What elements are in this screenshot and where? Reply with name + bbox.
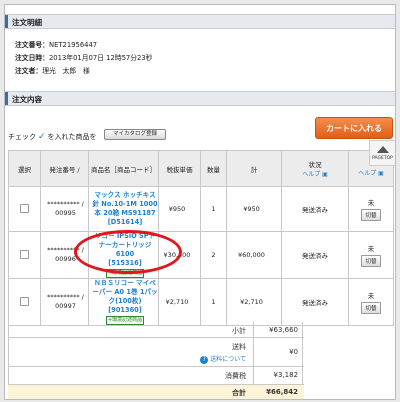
status: 発送済み (281, 186, 349, 232)
subtotal-value: ¥63,660 (269, 326, 298, 334)
highlight-circle (74, 230, 182, 274)
header-status: 状況 ヘルプ ▣ (281, 150, 349, 187)
order-no-cell: ********** / 00995 (40, 186, 89, 232)
check-instruction: チェック ✓ を入れた商品を (8, 132, 97, 142)
shipment-cell: 未 切替 (348, 278, 394, 326)
shipment-state: 未 (367, 245, 375, 253)
status-help-link[interactable]: ヘルプ (302, 171, 320, 178)
shipping-info-link[interactable]: ? 送料について (200, 354, 246, 364)
pagetop-button[interactable]: PAGETOP (369, 140, 395, 166)
quantity: 1 (200, 278, 227, 326)
shipment-state: 未 (367, 292, 375, 300)
order-datetime-row: 注文日時：2013年01月07日 12時57分23秒 (15, 54, 153, 62)
checkmark-icon: ✓ (38, 132, 46, 142)
row-select-checkbox[interactable] (20, 249, 29, 259)
table-header-row: 選択 発注番号 / 商品名［商品コード］ 税抜単価 数量 計 状況 ヘルプ ▣ … (8, 150, 394, 187)
shipment-state: 未 (367, 199, 375, 207)
unit-price: ¥2,710 (158, 278, 201, 326)
row-select-checkbox[interactable] (20, 203, 29, 213)
product-link[interactable]: ＮＢＳリコー マイペーパー A0 1巻 1パック(100枚) (92, 279, 157, 305)
header-select: 選択 (8, 150, 41, 187)
subtotal-label: 小計 (232, 327, 246, 335)
line-total: ¥60,000 (226, 231, 282, 279)
shipping-label: 送料 (232, 343, 246, 351)
help-icon: ? (200, 356, 209, 364)
shipping-value: ¥0 (289, 348, 298, 356)
quantity: 1 (200, 186, 227, 232)
total-label: 合計 (232, 389, 246, 397)
shipment-cell: 未 切替 (348, 231, 394, 279)
order-detail-panel: 注文明細 注文番号：NET21956447 注文日時：2013年01月07日 1… (4, 4, 396, 400)
tax-label: 消費税 (225, 372, 246, 380)
table-row: ********** / 00996 リコー IPSiO SPトナーカートリッジ… (8, 231, 394, 279)
header-qty: 数量 (200, 150, 227, 187)
header-product: 商品名［商品コード］ (88, 150, 159, 187)
order-number-row: 注文番号：NET21956447 (15, 41, 98, 49)
order-number: NET21956447 (48, 41, 98, 49)
order-items-table: 選択 発注番号 / 商品名［商品コード］ 税抜単価 数量 計 状況 ヘルプ ▣ … (8, 150, 394, 326)
table-row: ********** / 00995 マックス ホッチキス針 No.10-1M … (8, 186, 394, 232)
order-details-header: 注文明細 (5, 14, 395, 29)
mycatalog-register-button[interactable]: マイカタログ登録 (104, 129, 166, 140)
row-select-checkbox[interactable] (20, 296, 29, 306)
product-cell: ＮＢＳリコー マイペーパー A0 1巻 1パック(100枚) [901360] … (88, 278, 159, 326)
shipment-cell: 未 切替 (348, 186, 394, 232)
toggle-button[interactable]: 切替 (361, 255, 381, 267)
order-contents-title: 注文内容 (12, 95, 42, 104)
header-total: 計 (226, 150, 282, 187)
quantity: 2 (200, 231, 227, 279)
order-contents-header: 注文内容 (5, 91, 395, 106)
help-icon: ▣ (376, 170, 384, 177)
status: 発送済み (281, 231, 349, 279)
shipment-help-link[interactable]: ヘルプ (358, 170, 376, 177)
arrow-up-icon (376, 146, 389, 153)
product-link[interactable]: マックス ホッチキス針 No.10-1M 1000本 20箱 MS91187 (92, 191, 157, 217)
line-total: ¥950 (226, 186, 282, 232)
orderer-name: 理光 太郎 様 (42, 67, 90, 75)
orderer-row: 注文者：理光 太郎 様 (15, 67, 90, 75)
help-icon: ▣ (320, 171, 328, 178)
tax-value: ¥3,182 (273, 371, 299, 379)
toggle-button[interactable]: 切替 (361, 209, 381, 221)
header-status-label: 状況 (308, 161, 322, 169)
status: 発送済み (281, 278, 349, 326)
product-code: [D51614] (107, 218, 143, 226)
product-cell: マックス ホッチキス針 No.10-1M 1000本 20箱 MS91187 [… (88, 186, 159, 232)
order-details-title: 注文明細 (12, 18, 42, 27)
line-total: ¥2,710 (226, 278, 282, 326)
add-to-cart-button[interactable]: カートに入れる (315, 117, 393, 139)
total-value: ¥66,842 (266, 388, 298, 396)
header-unit-price: 税抜単価 (158, 150, 201, 187)
unit-price: ¥950 (158, 186, 201, 232)
product-code: [901360] (108, 306, 142, 314)
header-order-no: 発注番号 / (40, 150, 89, 187)
order-datetime: 2013年01月07日 12時57分23秒 (48, 54, 153, 62)
order-no-cell: ********** / 00997 (40, 278, 89, 326)
table-row: ********** / 00997 ＮＢＳリコー マイペーパー A0 1巻 1… (8, 278, 394, 326)
toggle-button[interactable]: 切替 (361, 302, 381, 314)
